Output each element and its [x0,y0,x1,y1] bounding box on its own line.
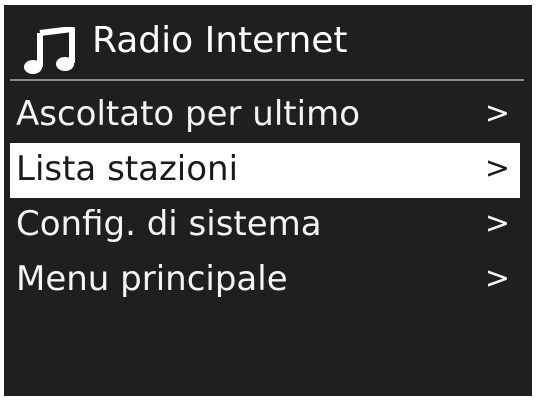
menu-item-label: Config. di sistema [16,204,322,244]
header: Radio Internet [4,5,532,77]
menu-item-config-di-sistema[interactable]: Config. di sistema > [10,198,520,253]
chevron-right-icon: > [484,151,510,186]
radio-display: Radio Internet Ascoltato per ultimo > Li… [4,5,532,396]
chevron-right-icon: > [484,261,510,296]
menu-item-label: Menu principale [16,259,288,299]
chevron-right-icon: > [484,206,510,241]
menu-item-label: Ascoltato per ultimo [16,94,361,134]
menu-item-menu-principale[interactable]: Menu principale > [10,253,520,308]
chevron-right-icon: > [484,96,510,131]
menu-item-label: Lista stazioni [16,149,239,189]
header-divider [10,79,524,81]
main-menu: Ascoltato per ultimo > Lista stazioni > … [4,88,532,308]
menu-item-ascoltato-per-ultimo[interactable]: Ascoltato per ultimo > [10,88,520,143]
music-note-icon [24,27,75,74]
page-title: Radio Internet [92,20,348,61]
menu-item-lista-stazioni[interactable]: Lista stazioni > [10,143,520,198]
